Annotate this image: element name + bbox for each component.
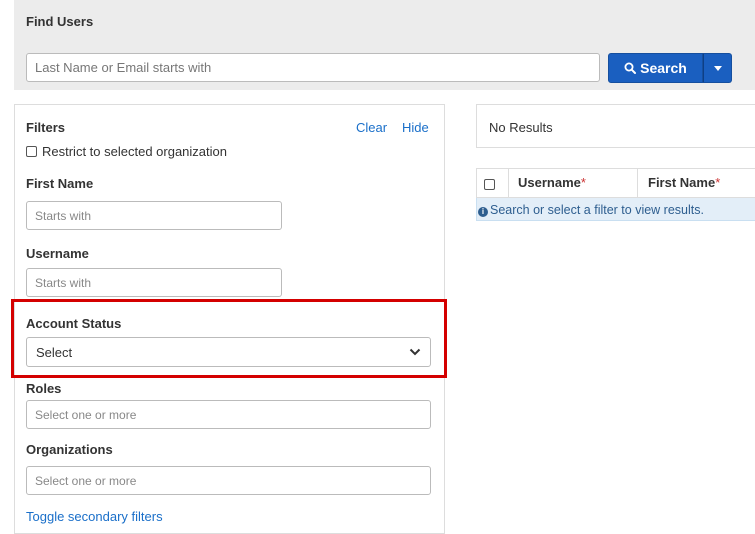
required-marker: * <box>715 175 721 190</box>
empty-results-message: i Search or select a filter to view resul… <box>478 203 704 217</box>
hide-filters-link[interactable]: Hide <box>402 120 429 135</box>
filters-title: Filters <box>26 120 66 135</box>
info-icon: i <box>478 207 488 217</box>
account-status-value: Select <box>36 344 73 360</box>
required-marker: * <box>580 175 586 190</box>
results-status: No Results <box>489 120 553 135</box>
account-status-select[interactable]: Select <box>26 337 431 367</box>
search-input[interactable] <box>26 53 600 82</box>
account-status-label: Account Status <box>26 316 122 331</box>
username-label: Username <box>26 246 89 261</box>
username-input[interactable] <box>26 268 282 297</box>
search-options-dropdown[interactable] <box>703 53 732 83</box>
restrict-organization-label: Restrict to selected organization <box>42 144 227 159</box>
restrict-organization-checkbox[interactable] <box>26 146 37 157</box>
organizations-input[interactable] <box>26 466 431 495</box>
column-divider <box>637 168 638 198</box>
roles-input[interactable] <box>26 400 431 429</box>
clear-filters-link[interactable]: Clear <box>356 120 387 135</box>
page-title: Find Users <box>26 14 94 29</box>
column-divider <box>508 168 509 198</box>
organizations-label: Organizations <box>26 442 113 457</box>
column-header-username[interactable]: Username* <box>518 175 586 190</box>
search-icon <box>624 62 637 74</box>
search-button[interactable]: Search <box>608 53 703 83</box>
search-button-label: Search <box>640 60 687 76</box>
toggle-secondary-filters-link[interactable]: Toggle secondary filters <box>26 509 163 524</box>
first-name-input[interactable] <box>26 201 282 230</box>
roles-label: Roles <box>26 381 62 396</box>
column-header-first-name[interactable]: First Name* <box>648 175 720 190</box>
caret-down-icon <box>713 65 722 71</box>
chevron-down-icon <box>409 348 421 356</box>
select-all-checkbox[interactable] <box>484 179 495 190</box>
first-name-label: First Name <box>26 176 94 191</box>
